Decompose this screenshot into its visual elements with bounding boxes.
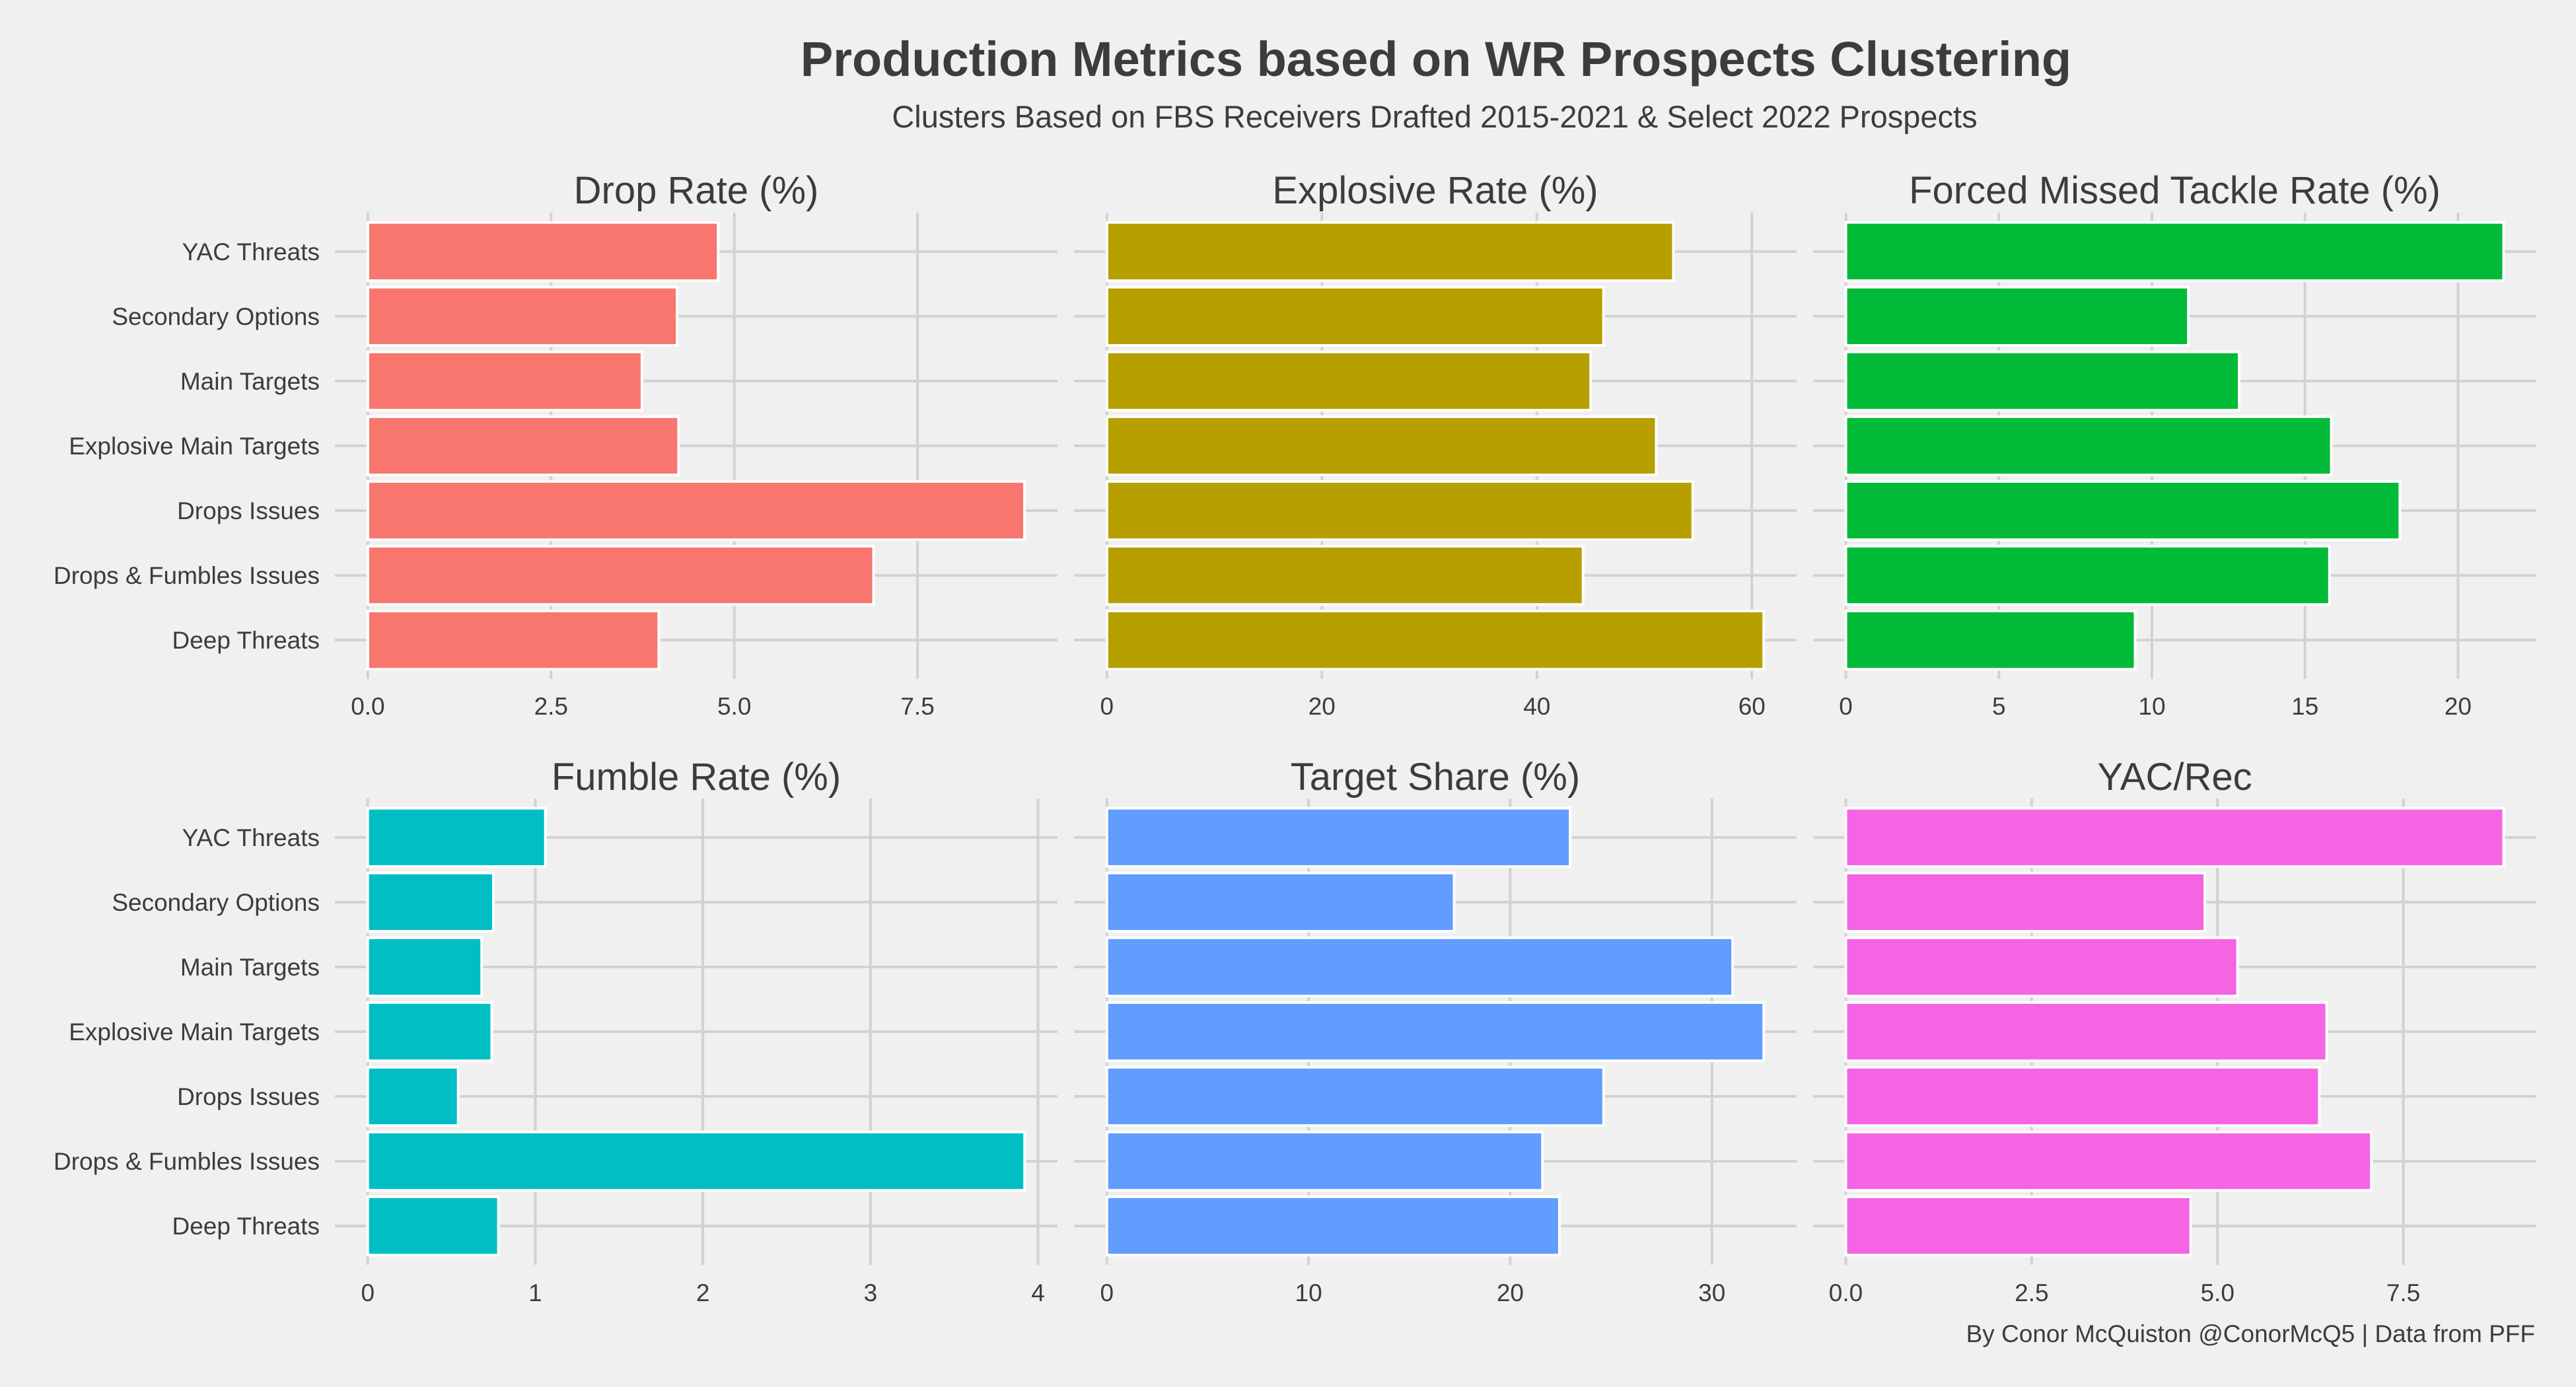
bar-main-targets: [366, 936, 483, 998]
panel-title: YAC/Rec: [2097, 756, 2252, 799]
bar-deep-threats: [1105, 1195, 1561, 1257]
bar-drops-fumbles-issues: [366, 544, 875, 606]
bar-drops-fumbles-issues: [1844, 544, 2331, 606]
chart-subtitle: Clusters Based on FBS Receivers Drafted …: [892, 99, 1977, 134]
bar-deep-threats: [1844, 610, 2137, 671]
bar-drops-issues: [366, 480, 1026, 542]
bar-secondary-options: [1844, 871, 2207, 933]
panel-explosive-rate: Explosive Rate (%) 0 20 40 60: [1074, 169, 1797, 720]
bar-main-targets: [1105, 350, 1592, 412]
x-tick-label: 10: [2138, 693, 2165, 720]
bar-drops-fumbles-issues: [366, 1130, 1026, 1192]
category-label: YAC Threats: [182, 238, 320, 266]
x-tick-label: 0: [1839, 693, 1853, 720]
category-label: Explosive Main Targets: [69, 433, 320, 460]
category-label: Drops Issues: [177, 1083, 320, 1110]
bar-drops-issues: [1844, 1065, 2321, 1127]
faceted-bar-chart: Production Metrics based on WR Prospects…: [0, 0, 2576, 1387]
bar-drops-fumbles-issues: [1105, 1130, 1544, 1192]
x-tick-label: 3: [864, 1279, 878, 1306]
bar-deep-threats: [1105, 610, 1766, 671]
bar-yac-threats: [1844, 221, 2505, 282]
x-tick-label: 7.5: [2386, 1279, 2420, 1306]
x-tick-label: 5.0: [2200, 1279, 2234, 1306]
bar-main-targets: [1105, 936, 1735, 998]
bar-explosive-main-targets: [1105, 1001, 1766, 1063]
x-tick-label: 7.5: [900, 693, 934, 720]
bar-drops-issues: [1105, 480, 1694, 542]
bar-main-targets: [366, 350, 643, 412]
bar-deep-threats: [366, 610, 661, 671]
panel-title: Explosive Rate (%): [1272, 169, 1598, 212]
bar-yac-threats: [366, 806, 547, 868]
x-tick-label: 0.0: [1829, 1279, 1863, 1306]
bar-yac-threats: [366, 221, 720, 282]
x-tick-label: 5: [1992, 693, 2006, 720]
bar-drops-fumbles-issues: [1844, 1130, 2373, 1192]
category-label: Deep Threats: [172, 1213, 320, 1240]
bar-deep-threats: [366, 1195, 500, 1257]
category-label: Main Targets: [180, 368, 320, 395]
bar-drops-issues: [1844, 480, 2402, 542]
bar-secondary-options: [1105, 285, 1605, 347]
chart-title: Production Metrics based on WR Prospects…: [801, 32, 2071, 87]
panel-title: Target Share (%): [1291, 756, 1580, 799]
bar-main-targets: [1844, 936, 2239, 998]
bar-drops-fumbles-issues: [1105, 544, 1585, 606]
x-tick-label: 4: [1031, 1279, 1045, 1306]
x-tick-label: 30: [1698, 1279, 1725, 1306]
x-tick-label: 15: [2291, 693, 2318, 720]
bar-deep-threats: [1844, 1195, 2192, 1257]
bar-explosive-main-targets: [366, 415, 680, 477]
x-tick-label: 20: [2445, 693, 2472, 720]
x-tick-label: 10: [1295, 1279, 1322, 1306]
panel-title: Fumble Rate (%): [552, 756, 841, 799]
bar-yac-threats: [1105, 806, 1572, 868]
bar-explosive-main-targets: [1844, 1001, 2328, 1063]
category-label: Drops & Fumbles Issues: [54, 1148, 320, 1175]
x-tick-label: 2: [696, 1279, 710, 1306]
bar-yac-threats: [1105, 221, 1675, 282]
chart-caption: By Conor McQuiston @ConorMcQ5 | Data fro…: [1966, 1320, 2535, 1347]
x-tick-label: 0: [1100, 1279, 1114, 1306]
bar-main-targets: [1844, 350, 2241, 412]
bar-yac-threats: [1844, 806, 2505, 868]
x-tick-label: 20: [1497, 1279, 1524, 1306]
x-tick-label: 2.5: [2015, 1279, 2048, 1306]
panel-title: Drop Rate (%): [574, 169, 819, 212]
category-label: Deep Threats: [172, 627, 320, 654]
category-label: Main Targets: [180, 954, 320, 981]
panel-title: Forced Missed Tackle Rate (%): [1909, 169, 2441, 212]
bar-explosive-main-targets: [1105, 415, 1658, 477]
category-label: Drops Issues: [177, 497, 320, 524]
x-tick-label: 0: [361, 1279, 375, 1306]
bar-secondary-options: [366, 285, 679, 347]
x-tick-label: 40: [1523, 693, 1550, 720]
x-tick-label: 0: [1100, 693, 1114, 720]
category-label: Secondary Options: [112, 889, 320, 916]
x-tick-label: 1: [528, 1279, 542, 1306]
x-tick-label: 2.5: [534, 693, 568, 720]
bar-secondary-options: [366, 871, 495, 933]
bar-secondary-options: [1105, 871, 1456, 933]
x-tick-label: 60: [1738, 693, 1766, 720]
bar-drops-issues: [366, 1065, 460, 1127]
x-tick-label: 0.0: [351, 693, 384, 720]
bar-secondary-options: [1844, 285, 2190, 347]
bar-explosive-main-targets: [1844, 415, 2333, 477]
x-tick-label: 5.0: [717, 693, 751, 720]
x-tick-label: 20: [1308, 693, 1336, 720]
bar-explosive-main-targets: [366, 1001, 493, 1063]
category-label: Drops & Fumbles Issues: [54, 562, 320, 589]
category-label: Explosive Main Targets: [69, 1018, 320, 1046]
bar-drops-issues: [1105, 1065, 1605, 1127]
category-label: YAC Threats: [182, 824, 320, 851]
category-label: Secondary Options: [112, 303, 320, 330]
